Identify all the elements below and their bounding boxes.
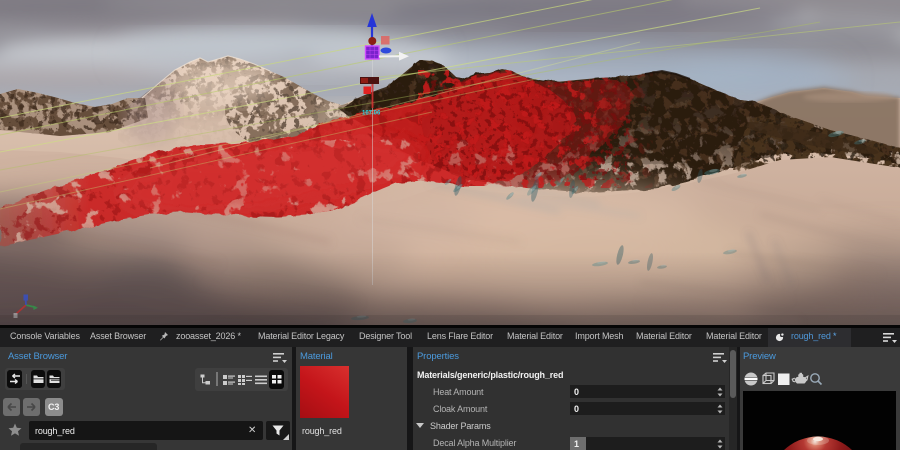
svg-text:167.06: 167.06 bbox=[362, 111, 381, 117]
